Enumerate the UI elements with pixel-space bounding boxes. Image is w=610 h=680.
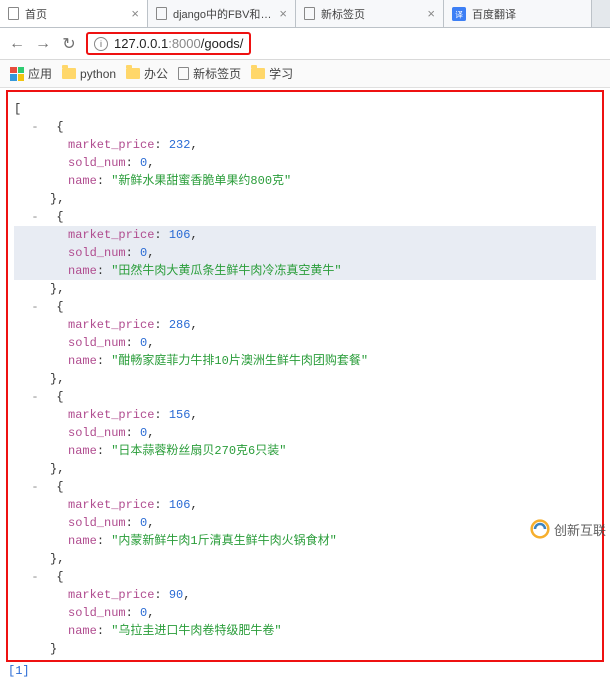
bookmark-label: 学习 (269, 65, 293, 82)
json-property-sold-num: sold_num: 0, (14, 334, 596, 352)
url-port: :8000 (168, 36, 201, 51)
folder-icon (126, 68, 140, 79)
object-body: market_price: 156,sold_num: 0,name: "日本蒜… (14, 406, 596, 460)
back-button[interactable]: ← (8, 35, 26, 53)
object-close: } (14, 640, 596, 658)
json-property-market-price: market_price: 106, (14, 496, 596, 514)
object-close: }, (14, 550, 596, 568)
bookmark-bar: 应用 python 办公 新标签页 学习 (0, 60, 610, 88)
tab-django[interactable]: django中的FBV和CBV × (148, 0, 296, 27)
json-property-sold-num: sold_num: 0, (14, 244, 596, 262)
object-close: }, (14, 460, 596, 478)
info-icon[interactable]: i (94, 37, 108, 51)
json-object: - {market_price: 106,sold_num: 0,name: "… (14, 478, 596, 568)
collapse-toggle[interactable]: - (28, 388, 42, 406)
object-close: }, (14, 370, 596, 388)
close-icon[interactable]: × (279, 6, 287, 21)
bookmark-label: python (80, 67, 116, 81)
close-icon[interactable]: × (427, 6, 435, 21)
url-host: 127.0.0.1 (114, 36, 168, 51)
tab-title: 首页 (25, 6, 125, 22)
tab-home[interactable]: 首页 × (0, 0, 148, 27)
bookmark-label: 办公 (144, 65, 168, 82)
url-input[interactable]: i 127.0.0.1:8000/goods/ (86, 32, 251, 55)
watermark-logo-icon (530, 519, 550, 539)
bookmark-office[interactable]: 办公 (126, 65, 168, 82)
collapse-toggle[interactable]: - (28, 478, 42, 496)
json-object: - {market_price: 286,sold_num: 0,name: "… (14, 298, 596, 388)
object-open: - { (14, 388, 596, 406)
watermark-text: 创新互联 (554, 520, 606, 539)
collapse-toggle[interactable]: - (28, 298, 42, 316)
bookmark-label: 新标签页 (193, 65, 241, 82)
object-open: - { (14, 568, 596, 586)
object-open: - { (14, 208, 596, 226)
object-open: - { (14, 478, 596, 496)
json-object: - {market_price: 106,sold_num: 0,name: "… (14, 208, 596, 298)
bookmark-newtab[interactable]: 新标签页 (178, 65, 241, 82)
json-property-name: name: "田然牛肉大黄瓜条生鲜牛肉冷冻真空黄牛" (14, 262, 596, 280)
object-body: market_price: 286,sold_num: 0,name: "酣畅家… (14, 316, 596, 370)
url-text: 127.0.0.1:8000/goods/ (114, 36, 243, 51)
json-property-market-price: market_price: 106, (14, 226, 596, 244)
folder-icon (62, 68, 76, 79)
object-close: }, (14, 280, 596, 298)
folder-icon (251, 68, 265, 79)
json-property-sold-num: sold_num: 0, (14, 424, 596, 442)
close-icon[interactable]: × (131, 6, 139, 21)
footer-indicator: [1] (0, 662, 610, 680)
tab-title: django中的FBV和CBV (173, 6, 273, 22)
bookmark-python[interactable]: python (62, 67, 116, 81)
apps-button[interactable]: 应用 (10, 65, 52, 82)
forward-button[interactable]: → (34, 35, 52, 53)
svg-text:译: 译 (455, 10, 463, 19)
array-open: [ (14, 100, 596, 118)
object-body: market_price: 106,sold_num: 0,name: "内蒙新… (14, 496, 596, 550)
watermark: 创新互联 (530, 519, 606, 539)
object-open: - { (14, 298, 596, 316)
object-body: market_price: 232,sold_num: 0,name: "新鲜水… (14, 136, 596, 190)
json-property-market-price: market_price: 232, (14, 136, 596, 154)
page-icon (304, 7, 315, 20)
page-icon (156, 7, 167, 20)
json-property-market-price: market_price: 90, (14, 586, 596, 604)
tab-newtab[interactable]: 新标签页 × (296, 0, 444, 27)
page-icon (8, 7, 19, 20)
tab-translate[interactable]: 译 百度翻译 (444, 0, 592, 27)
json-property-name: name: "酣畅家庭菲力牛排10片澳洲生鲜牛肉团购套餐" (14, 352, 596, 370)
collapse-toggle[interactable]: - (28, 208, 42, 226)
address-bar: ← → ↻ i 127.0.0.1:8000/goods/ (0, 28, 610, 60)
json-object: - {market_price: 156,sold_num: 0,name: "… (14, 388, 596, 478)
json-property-name: name: "内蒙新鲜牛肉1斤清真生鲜牛肉火锅食材" (14, 532, 596, 550)
json-property-name: name: "新鲜水果甜蜜香脆单果约800克" (14, 172, 596, 190)
json-property-name: name: "日本蒜蓉粉丝扇贝270克6只装" (14, 442, 596, 460)
object-body: market_price: 90,sold_num: 0,name: "乌拉圭进… (14, 586, 596, 640)
json-viewer: [ - {market_price: 232,sold_num: 0,name:… (6, 90, 604, 662)
page-icon (178, 67, 189, 80)
json-property-sold-num: sold_num: 0, (14, 154, 596, 172)
collapse-toggle[interactable]: - (28, 568, 42, 586)
json-object: - {market_price: 90,sold_num: 0,name: "乌… (14, 568, 596, 658)
object-close: }, (14, 190, 596, 208)
tab-title: 百度翻译 (472, 6, 583, 22)
object-open: - { (14, 118, 596, 136)
json-property-sold-num: sold_num: 0, (14, 514, 596, 532)
collapse-toggle[interactable]: - (28, 118, 42, 136)
json-property-name: name: "乌拉圭进口牛肉卷特级肥牛卷" (14, 622, 596, 640)
json-property-market-price: market_price: 156, (14, 406, 596, 424)
reload-button[interactable]: ↻ (60, 34, 78, 54)
json-property-sold-num: sold_num: 0, (14, 604, 596, 622)
object-body: market_price: 106,sold_num: 0,name: "田然牛… (14, 226, 596, 280)
url-path: /goods/ (201, 36, 244, 51)
tab-bar: 首页 × django中的FBV和CBV × 新标签页 × 译 百度翻译 (0, 0, 610, 28)
translate-icon: 译 (452, 7, 466, 21)
json-object: - {market_price: 232,sold_num: 0,name: "… (14, 118, 596, 208)
apps-icon (10, 67, 24, 81)
apps-label: 应用 (28, 65, 52, 82)
json-property-market-price: market_price: 286, (14, 316, 596, 334)
bookmark-study[interactable]: 学习 (251, 65, 293, 82)
tab-title: 新标签页 (321, 6, 421, 22)
